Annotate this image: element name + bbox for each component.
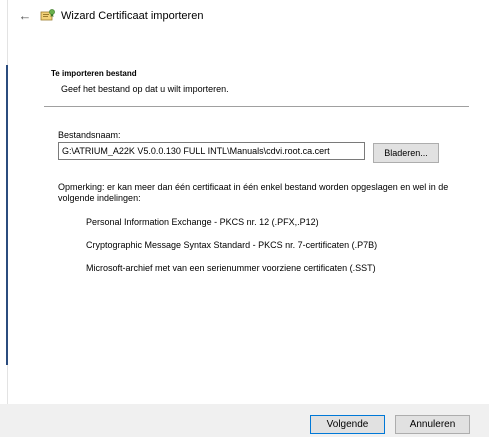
certificate-wizard-icon	[40, 9, 55, 21]
section-subtitle: Geef het bestand op dat u wilt importere…	[61, 84, 229, 94]
format-item-p7b: Cryptographic Message Syntax Standard - …	[86, 240, 378, 250]
back-arrow-icon[interactable]: ←	[18, 8, 32, 22]
section-heading: Te importeren bestand	[51, 69, 137, 78]
filename-input[interactable]	[58, 142, 365, 160]
browse-button[interactable]: Bladeren...	[373, 143, 439, 163]
cancel-button[interactable]: Annuleren	[395, 415, 470, 434]
format-item-pfx: Personal Information Exchange - PKCS nr.…	[86, 217, 319, 227]
format-note: Opmerking: er kan meer dan één certifica…	[58, 182, 449, 203]
filename-label: Bestandsnaam:	[58, 130, 121, 140]
wizard-title: Wizard Certificaat importeren	[61, 10, 204, 22]
left-accent-bar	[6, 65, 8, 365]
format-item-sst: Microsoft-archief met van een serienumme…	[86, 263, 376, 273]
next-button[interactable]: Volgende	[310, 415, 385, 434]
separator	[44, 106, 469, 107]
